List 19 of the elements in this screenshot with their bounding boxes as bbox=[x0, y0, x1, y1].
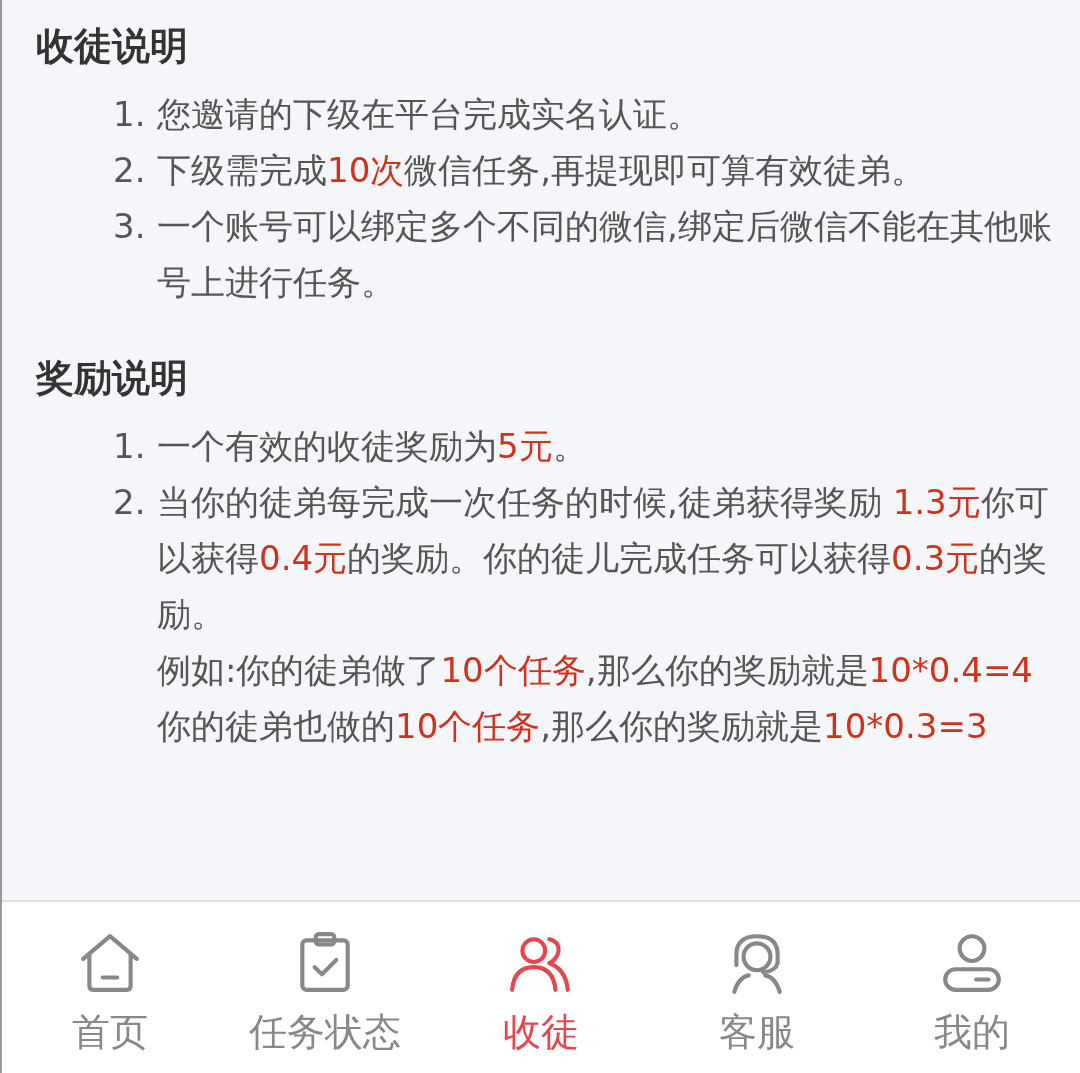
list-text: 下级需完成10次微信任务,再提现即可算有效徒弟。 bbox=[157, 149, 927, 192]
list-number: 2. bbox=[113, 481, 147, 524]
section-title: 奖励说明 bbox=[34, 355, 189, 402]
list-number: 2. bbox=[113, 149, 147, 192]
tab-item[interactable]: 首页 bbox=[2, 902, 218, 1073]
section-title: 收徒说明 bbox=[35, 23, 189, 70]
list-text: 您邀请的下级在平台完成实名认证。 bbox=[157, 93, 702, 136]
tab-item[interactable]: 任务状态 bbox=[217, 902, 434, 1073]
list-number: 1. bbox=[113, 425, 147, 468]
list-text: 你的徒弟也做的10个任务,那么你的奖励就是10*0.3=3 bbox=[157, 705, 989, 748]
tab-item[interactable]: 我的 bbox=[864, 902, 1080, 1073]
list-text: 当你的徒弟每完成一次任务的时候,徒弟获得奖励 1.3元你可以获得0.4元的奖励。你的徒儿完成任务可以获得0.3元的奖励。 bbox=[157, 481, 1050, 636]
list-text: 一个账号可以绑定多个不同的微信,绑定后微信不能在其他账号上进行任务。 bbox=[157, 205, 1053, 304]
list-number: 3. bbox=[113, 205, 147, 248]
tab-item[interactable]: 收徒 bbox=[433, 902, 649, 1073]
list-text: 例如:你的徒弟做了 10个任务,那么你的奖励就是10*0.4=4 bbox=[157, 649, 1034, 692]
list-text: 一个有效的收徒奖励为5元。 bbox=[157, 425, 588, 468]
list-number: 1. bbox=[113, 93, 147, 136]
tab-item[interactable]: 客服 bbox=[648, 902, 865, 1073]
